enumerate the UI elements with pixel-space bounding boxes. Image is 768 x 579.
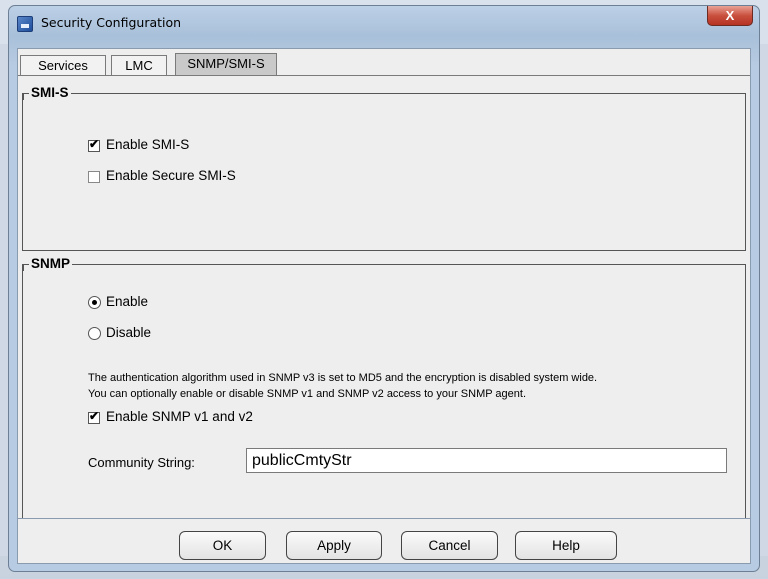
- tab-services[interactable]: Services: [20, 55, 106, 75]
- snmp-enable-label: Enable: [106, 294, 149, 309]
- dialog-content: Services LMC SNMP/SMI-S SMI-S ✔ Enable S…: [17, 48, 751, 564]
- smis-group: SMI-S ✔ Enable SMI-S Enable Secure SMI-S: [22, 85, 746, 251]
- snmp-enable-radio[interactable]: [88, 296, 101, 309]
- checkmark-icon: ✔: [89, 137, 100, 151]
- app-icon: [17, 16, 33, 32]
- enable-secure-smis-label: Enable Secure SMI-S: [106, 168, 236, 183]
- snmp-group-title: SNMP: [22, 256, 73, 271]
- community-string-input[interactable]: [246, 448, 727, 473]
- enable-snmp-v1v2-label: Enable SNMP v1 and v2: [106, 409, 253, 424]
- security-configuration-dialog: Security Configuration X Services LMC SN…: [8, 5, 760, 572]
- button-bar: OK Apply Cancel Help: [18, 518, 750, 563]
- snmp-info-line-1: The authentication algorithm used in SNM…: [88, 372, 598, 384]
- enable-smis-label: Enable SMI-S: [106, 137, 190, 152]
- enable-secure-smis-checkbox[interactable]: [88, 171, 100, 183]
- window-title: Security Configuration: [41, 15, 182, 30]
- snmp-disable-label: Disable: [106, 325, 152, 340]
- checkmark-icon: ✔: [89, 409, 100, 423]
- radio-selected-dot: [92, 300, 97, 305]
- title-bar: Security Configuration X: [9, 6, 759, 40]
- snmp-disable-radio[interactable]: [88, 327, 101, 340]
- tab-divider: [18, 75, 750, 76]
- help-button[interactable]: Help: [515, 531, 617, 560]
- tab-snmp-smis[interactable]: SNMP/SMI-S: [175, 53, 277, 75]
- cancel-button[interactable]: Cancel: [401, 531, 498, 560]
- community-string-label: Community String:: [88, 455, 195, 470]
- smis-group-title: SMI-S: [23, 85, 71, 100]
- close-button[interactable]: X: [707, 6, 753, 26]
- ok-button[interactable]: OK: [179, 531, 266, 560]
- enable-snmp-v1v2-checkbox[interactable]: ✔: [88, 409, 100, 424]
- snmp-group: SNMP Enable Disable The authentication a…: [22, 256, 746, 523]
- apply-button[interactable]: Apply: [286, 531, 382, 560]
- snmp-info-line-2: You can optionally enable or disable SNM…: [88, 388, 527, 400]
- tab-lmc[interactable]: LMC: [111, 55, 167, 75]
- enable-smis-checkbox[interactable]: ✔: [88, 137, 100, 152]
